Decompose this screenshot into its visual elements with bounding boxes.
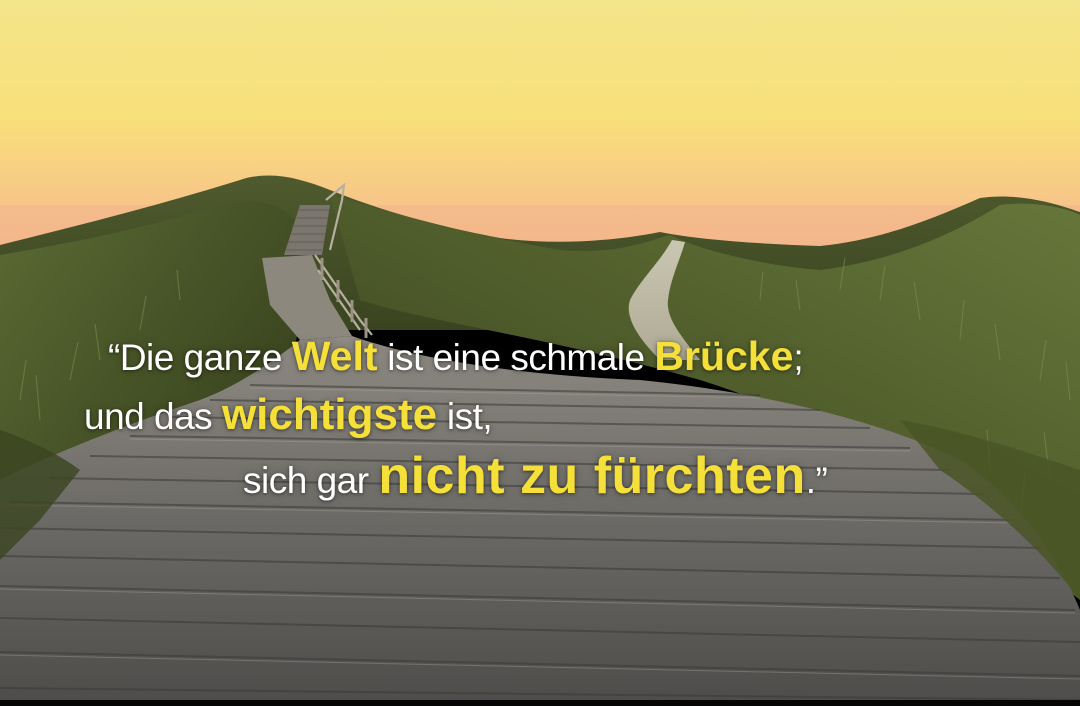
quote-line-1-mid: ist eine schmale [377, 337, 655, 378]
quote-highlight-wichtigste: wichtigste [221, 390, 438, 439]
quote-line-3-post: .” [805, 460, 828, 501]
quote-line-3: sich gar nicht zu fürchten.” [243, 447, 828, 505]
quote-highlight-welt: Welt [291, 333, 378, 379]
quote-highlight-bruecke: Brücke [654, 333, 794, 379]
quote-line-1-post: ; [793, 337, 804, 378]
quote-line-1: “Die ganze Welt ist eine schmale Brücke; [108, 333, 804, 379]
photo-scene: “Die ganze Welt ist eine schmale Brücke;… [0, 0, 1080, 706]
quote-line-2-post: ist, [437, 396, 493, 437]
quote-line-2-pre: und das [84, 396, 222, 437]
bottom-border [0, 700, 1080, 706]
quote-highlight-nicht-zu-fuerchten: nicht zu fürchten [378, 447, 806, 505]
quote-line-2: und das wichtigste ist, [84, 390, 493, 439]
quote-line-1-pre: “Die ganze [108, 337, 292, 378]
quote-overlay: “Die ganze Welt ist eine schmale Brücke;… [0, 0, 1080, 706]
quote-line-3-pre: sich gar [243, 460, 379, 501]
